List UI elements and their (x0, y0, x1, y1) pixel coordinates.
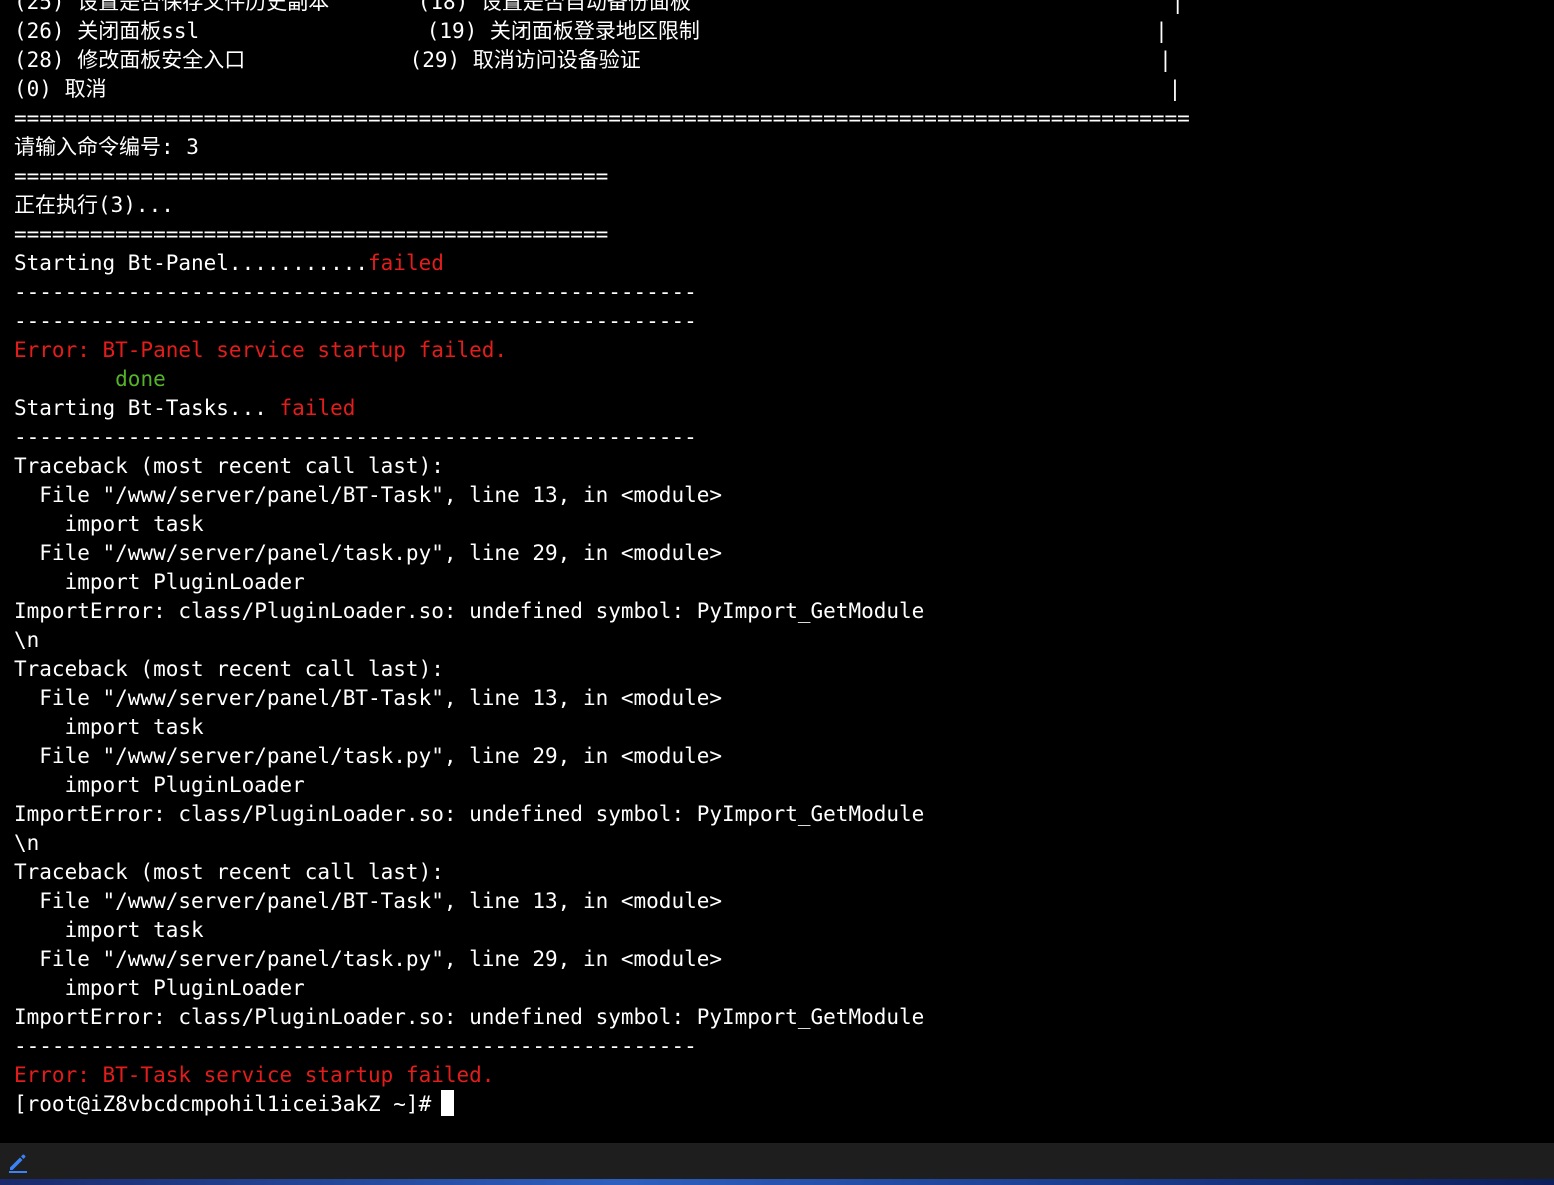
output-text: Traceback (most recent call last): (14, 454, 444, 478)
terminal-line: Traceback (most recent call last): (14, 655, 1190, 684)
output-text: File "/www/server/panel/BT-Task", line 1… (14, 686, 723, 710)
error-text: Error: BT-Task service startup failed. (14, 1063, 495, 1087)
terminal-line: ========================================… (14, 104, 1190, 133)
terminal-line: ----------------------------------------… (14, 423, 1190, 452)
terminal-line: Starting Bt-Tasks... failed (14, 394, 1190, 423)
output-text: File "/www/server/panel/BT-Task", line 1… (14, 889, 723, 913)
terminal-line: import PluginLoader (14, 568, 1190, 597)
terminal-line: done (14, 365, 1190, 394)
terminal-line: (28) 修改面板安全入口 (29) 取消访问设备验证 | (14, 46, 1190, 75)
output-text: File "/www/server/panel/task.py", line 2… (14, 744, 723, 768)
output-text: ImportError: class/PluginLoader.so: unde… (14, 1005, 925, 1029)
output-text: ========================================… (14, 222, 609, 246)
output-text: \n (14, 831, 40, 855)
terminal-lines: (25) 设置是否保存文件历史副本 (18) 设置是否自动备份面板 | (26) … (14, 0, 1190, 1119)
output-text: (28) 修改面板安全入口 (29) 取消访问设备验证 | (14, 48, 1172, 72)
terminal-line: ImportError: class/PluginLoader.so: unde… (14, 597, 1190, 626)
terminal-line: File "/www/server/panel/BT-Task", line 1… (14, 887, 1190, 916)
terminal-line: Error: BT-Panel service startup failed. (14, 336, 1190, 365)
output-text: \n (14, 628, 40, 652)
output-text: ----------------------------------------… (14, 425, 697, 449)
terminal-line: import PluginLoader (14, 974, 1190, 1003)
output-text: ========================================… (14, 164, 609, 188)
terminal-line: Traceback (most recent call last): (14, 858, 1190, 887)
output-text: ========================================… (14, 106, 1190, 130)
terminal-output[interactable]: (25) 设置是否保存文件历史副本 (18) 设置是否自动备份面板 | (26) … (0, 0, 1554, 1143)
output-text: import task (14, 715, 204, 739)
terminal-line: \n (14, 626, 1190, 655)
success-text: done (115, 367, 166, 391)
output-text: 正在执行(3)... (14, 193, 174, 217)
terminal-line: (26) 关闭面板ssl (19) 关闭面板登录地区限制 | (14, 17, 1190, 46)
prompt-line[interactable]: [root@iZ8vbcdcmpohil1icei3akZ ~]# (14, 1090, 1190, 1119)
terminal-line: File "/www/server/panel/task.py", line 2… (14, 539, 1190, 568)
output-text: import PluginLoader (14, 570, 305, 594)
terminal-line: ========================================… (14, 162, 1190, 191)
terminal-line: ImportError: class/PluginLoader.so: unde… (14, 1003, 1190, 1032)
output-text: Traceback (most recent call last): (14, 860, 444, 884)
terminal-line: (0) 取消 | (14, 75, 1190, 104)
output-text: File "/www/server/panel/BT-Task", line 1… (14, 483, 723, 507)
terminal-line: File "/www/server/panel/task.py", line 2… (14, 742, 1190, 771)
terminal-line: ========================================… (14, 220, 1190, 249)
terminal-line: 正在执行(3)... (14, 191, 1190, 220)
output-text: Starting Bt-Tasks... (14, 396, 280, 420)
output-text: ----------------------------------------… (14, 280, 697, 304)
terminal-line: \n (14, 829, 1190, 858)
terminal-line: (25) 设置是否保存文件历史副本 (18) 设置是否自动备份面板 | (14, 0, 1190, 17)
terminal-line: import task (14, 916, 1190, 945)
pencil-icon (9, 1154, 27, 1173)
output-text: (0) 取消 | (14, 77, 1182, 101)
output-text: import task (14, 512, 204, 536)
terminal-line: import PluginLoader (14, 771, 1190, 800)
output-text: import PluginLoader (14, 976, 305, 1000)
terminal-line: import task (14, 510, 1190, 539)
terminal-line: import task (14, 713, 1190, 742)
terminal-line: 请输入命令编号: 3 (14, 133, 1190, 162)
terminal-line: ----------------------------------------… (14, 278, 1190, 307)
error-text: failed (279, 396, 356, 420)
taskbar-strip (0, 1179, 1554, 1185)
status-bar (0, 1143, 1554, 1179)
output-text: (25) 设置是否保存文件历史副本 (18) 设置是否自动备份面板 | (14, 0, 1185, 14)
shell-prompt: [root@iZ8vbcdcmpohil1icei3akZ ~]# (14, 1092, 432, 1116)
output-text: (26) 关闭面板ssl (19) 关闭面板登录地区限制 | (14, 19, 1168, 43)
terminal-line: ----------------------------------------… (14, 1032, 1190, 1061)
error-text: failed (368, 251, 444, 275)
terminal-line: Traceback (most recent call last): (14, 452, 1190, 481)
output-text: ----------------------------------------… (14, 1034, 697, 1058)
terminal-line: ----------------------------------------… (14, 307, 1190, 336)
output-text: ----------------------------------------… (14, 309, 697, 333)
output-text: ImportError: class/PluginLoader.so: unde… (14, 599, 925, 623)
terminal-line: Starting Bt-Panel...........failed (14, 249, 1190, 278)
terminal-line: File "/www/server/panel/BT-Task", line 1… (14, 481, 1190, 510)
error-text: Error: BT-Panel service startup failed. (14, 338, 508, 362)
text-cursor[interactable] (441, 1090, 455, 1116)
terminal-line: ImportError: class/PluginLoader.so: unde… (14, 800, 1190, 829)
terminal-window[interactable]: (25) 设置是否保存文件历史副本 (18) 设置是否自动备份面板 | (26) … (0, 0, 1554, 1185)
output-text: import PluginLoader (14, 773, 305, 797)
output-text: Starting Bt-Panel........... (14, 251, 369, 275)
terminal-line: File "/www/server/panel/task.py", line 2… (14, 945, 1190, 974)
output-text: File "/www/server/panel/task.py", line 2… (14, 541, 723, 565)
edit-button[interactable] (6, 1150, 30, 1174)
output-text: import task (14, 918, 204, 942)
output-text: ImportError: class/PluginLoader.so: unde… (14, 802, 925, 826)
output-text: 请输入命令编号: 3 (14, 135, 199, 159)
terminal-line: Error: BT-Task service startup failed. (14, 1061, 1190, 1090)
terminal-line: File "/www/server/panel/BT-Task", line 1… (14, 684, 1190, 713)
output-text: File "/www/server/panel/task.py", line 2… (14, 947, 723, 971)
output-text: Traceback (most recent call last): (14, 657, 444, 681)
